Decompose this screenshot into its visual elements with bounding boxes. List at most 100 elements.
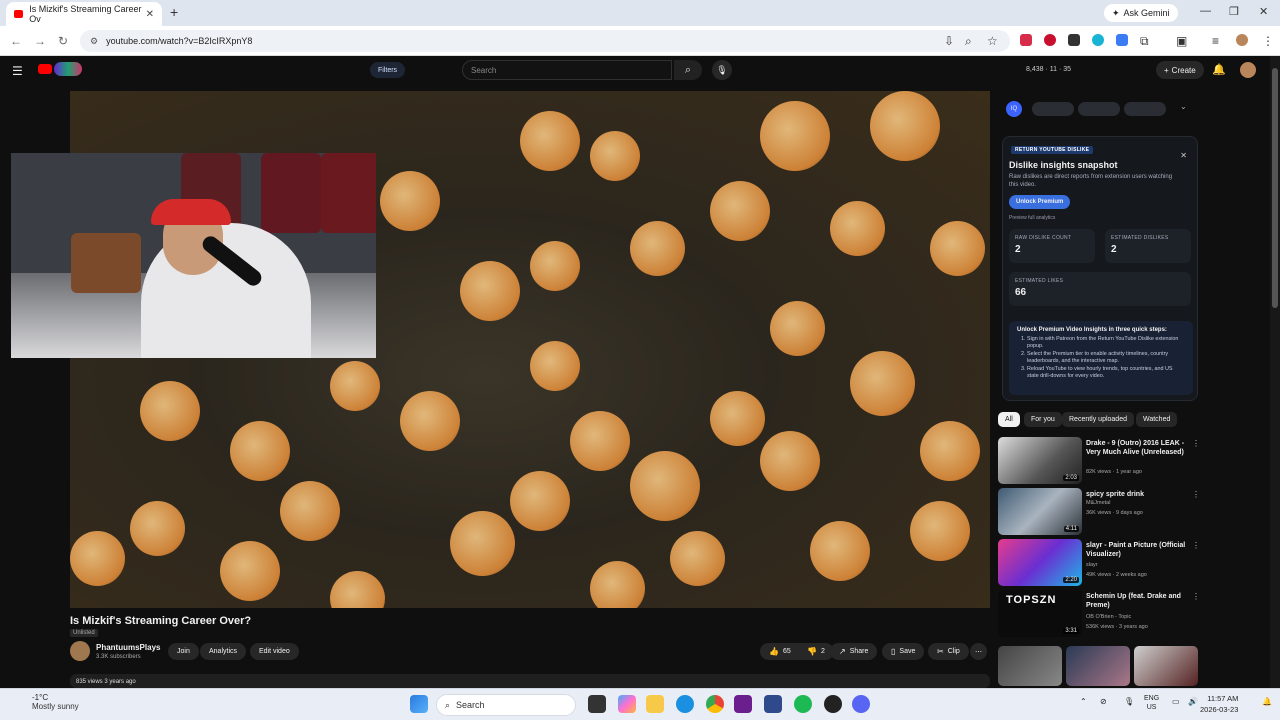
video-thumbnail[interactable]: 4:11 (998, 488, 1082, 535)
rec-title[interactable]: spicy sprite drink (1086, 490, 1194, 499)
system-clock[interactable]: 11:57 AM 2026-03-23 (1200, 693, 1238, 715)
next-app-icon[interactable] (734, 695, 752, 713)
ryd-pill-1[interactable] (1032, 102, 1074, 116)
unlock-premium-button[interactable]: Unlock Premium (1009, 195, 1071, 209)
join-button[interactable]: Join (168, 643, 199, 660)
extensions-puzzle-icon[interactable]: ⧉ (1140, 34, 1149, 49)
search-input[interactable]: Search (462, 60, 672, 80)
media-controls-icon[interactable]: ≡ (1212, 34, 1219, 48)
minimize-icon[interactable]: — (1200, 5, 1211, 17)
rec-more-icon[interactable]: ⋮ (1192, 490, 1200, 499)
rec-more-icon[interactable]: ⋮ (1192, 592, 1200, 601)
browser-tab[interactable]: Is Mizkif's Streaming Career Ov ✕ (6, 2, 162, 26)
recommendation-item[interactable]: TOPSZN 3:31 Schemin Up (feat. Drake and … (998, 590, 1202, 638)
chip-recently-uploaded[interactable]: Recently uploaded (1062, 412, 1134, 427)
edge-icon[interactable] (676, 695, 694, 713)
chevron-down-icon[interactable]: ⌄ (1180, 102, 1187, 111)
short-thumbnail[interactable] (1066, 646, 1130, 686)
weather-widget[interactable]: -1°C Mostly sunny (12, 693, 79, 711)
extension-4-icon[interactable] (1092, 34, 1104, 46)
rec-channel[interactable]: slayr (1086, 562, 1098, 568)
rec-title[interactable]: slayr - Paint a Picture (Official Visual… (1086, 541, 1194, 559)
video-thumbnail[interactable]: TOPSZN 3:31 (998, 590, 1082, 637)
taskbar-search[interactable]: ⌕ Search (436, 694, 576, 716)
site-info-icon[interactable]: ⚙ (90, 36, 98, 47)
notifications-bell-icon[interactable]: 🔔 (1212, 63, 1226, 76)
rec-title[interactable]: Drake - 9 (Outro) 2016 LEAK - Very Much … (1086, 439, 1194, 457)
youtube-logo-icon[interactable] (38, 64, 52, 74)
recommendation-item[interactable]: 2:20 slayr - Paint a Picture (Official V… (998, 539, 1202, 587)
like-button[interactable]: 👍 65 (760, 643, 800, 660)
omnibox[interactable]: ⚙ youtube.com/watch?v=B2IcIRXpnY8 (80, 30, 1010, 52)
filters-button[interactable]: Filters (370, 62, 406, 78)
save-button[interactable]: ▯ Save (882, 643, 925, 660)
rec-more-icon[interactable]: ⋮ (1192, 439, 1200, 448)
rec-title[interactable]: Schemin Up (feat. Drake and Preme) (1086, 592, 1194, 610)
reload-icon[interactable]: ↻ (58, 34, 68, 48)
recommendation-item[interactable]: 4:11 spicy sprite drink M&Jmetal 36K vie… (998, 488, 1202, 536)
chip-for-you[interactable]: For you (1024, 412, 1062, 427)
restore-icon[interactable]: ❐ (1229, 5, 1239, 18)
account-avatar[interactable] (1240, 62, 1256, 78)
network-icon[interactable]: ⊘ (1100, 697, 1107, 706)
rec-channel[interactable]: M&Jmetal (1086, 500, 1110, 506)
language-indicator[interactable]: ENG US (1144, 694, 1159, 712)
bookmark-star-icon[interactable]: ☆ (987, 34, 998, 48)
rec-more-icon[interactable]: ⋮ (1192, 541, 1200, 550)
extension-2-icon[interactable] (1044, 34, 1056, 46)
edit-video-button[interactable]: Edit video (250, 643, 299, 660)
dislike-button[interactable]: 👎 2 (798, 643, 834, 660)
display-icon[interactable]: ▭ (1172, 697, 1180, 706)
microphone-icon[interactable]: 🎙 (712, 60, 732, 80)
file-explorer-icon[interactable] (646, 695, 664, 713)
tray-chevron-icon[interactable]: ⌃ (1080, 697, 1087, 706)
side-panel-icon[interactable]: ▣ (1176, 34, 1187, 48)
preview-analytics-link[interactable]: Preview full analytics (1009, 215, 1055, 221)
close-window-icon[interactable]: ✕ (1259, 5, 1268, 18)
ryd-pill-3[interactable] (1124, 102, 1166, 116)
discord-icon[interactable] (852, 695, 870, 713)
app-icon[interactable] (824, 695, 842, 713)
rec-channel[interactable]: OB O'Brien - Topic (1086, 614, 1131, 620)
zoom-icon[interactable]: ⌕ (965, 34, 972, 49)
new-tab-button[interactable]: + (170, 4, 178, 20)
ask-gemini-button[interactable]: ✦ Ask Gemini (1104, 4, 1178, 22)
forward-icon[interactable]: → (34, 34, 46, 48)
ryd-pill-2[interactable] (1078, 102, 1120, 116)
ryd-logo-icon[interactable]: IQ (1006, 101, 1022, 117)
page-scrollbar[interactable] (1270, 56, 1280, 688)
install-icon[interactable]: ⇩ (944, 34, 954, 48)
profile-avatar[interactable] (1236, 34, 1248, 46)
video-thumbnail[interactable]: 2:20 (998, 539, 1082, 586)
description-box[interactable]: 835 views 3 years ago (70, 674, 990, 688)
chip-all[interactable]: All (998, 412, 1020, 427)
chrome-icon[interactable] (706, 695, 724, 713)
copilot-icon[interactable] (618, 695, 636, 713)
channel-avatar[interactable] (70, 641, 90, 661)
extension-3-icon[interactable] (1068, 34, 1080, 46)
share-button[interactable]: ↗ Share (830, 643, 878, 660)
more-actions-button[interactable]: ⋯ (970, 643, 987, 660)
close-panel-icon[interactable]: ✕ (1180, 151, 1187, 160)
microphone-tray-icon[interactable]: 🎙 (1124, 697, 1134, 706)
short-thumbnail[interactable] (998, 646, 1062, 686)
notifications-icon[interactable]: 🔔 (1262, 697, 1272, 706)
analytics-button[interactable]: Analytics (200, 643, 247, 660)
channel-name[interactable]: PhantuumsPlays (96, 643, 160, 652)
create-button[interactable]: + Create (1156, 61, 1204, 79)
clip-button[interactable]: ✂ Clip (928, 643, 969, 660)
chip-watched[interactable]: Watched (1136, 412, 1178, 427)
close-tab-icon[interactable]: ✕ (146, 9, 154, 20)
extension-1-icon[interactable] (1020, 34, 1032, 46)
windows-start-icon[interactable] (410, 695, 428, 713)
back-icon[interactable]: ← (10, 34, 22, 48)
recommendation-item[interactable]: 2:03 Drake - 9 (Outro) 2016 LEAK - Very … (998, 437, 1202, 485)
remote-desktop-icon[interactable] (764, 695, 782, 713)
video-thumbnail[interactable]: 2:03 (998, 437, 1082, 484)
spotify-icon[interactable] (794, 695, 812, 713)
search-icon[interactable]: ⌕ (674, 60, 702, 80)
volume-icon[interactable]: 🔊 (1188, 697, 1198, 706)
task-view-icon[interactable] (588, 695, 606, 713)
chrome-menu-icon[interactable]: ⋮ (1262, 34, 1274, 48)
short-thumbnail[interactable] (1134, 646, 1198, 686)
